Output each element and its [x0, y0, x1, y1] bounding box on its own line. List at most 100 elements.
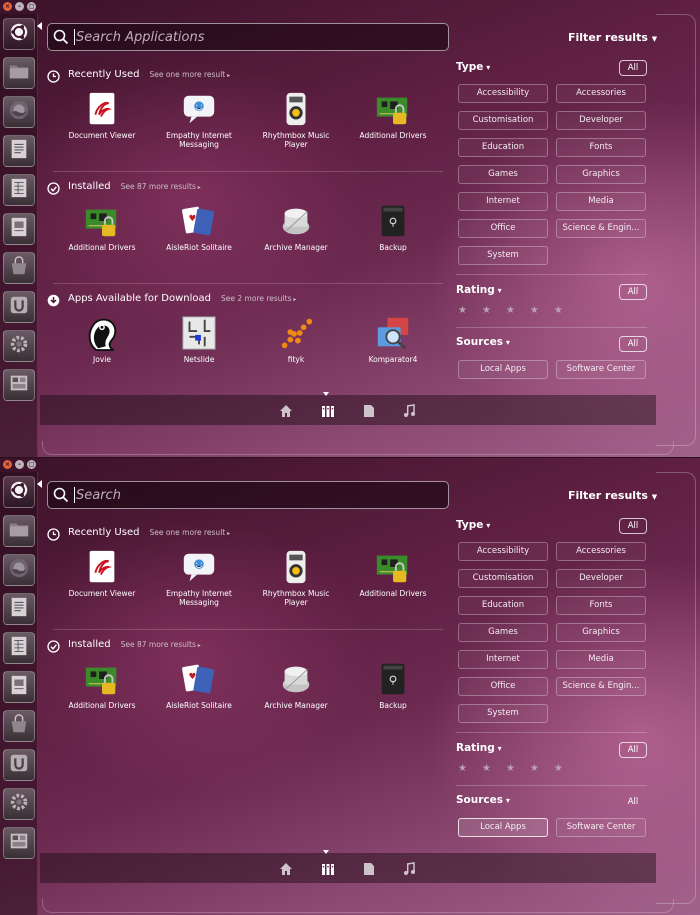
type-filter-option[interactable]: System — [458, 704, 548, 723]
sources-filter-option[interactable]: Local Apps — [458, 360, 548, 379]
type-all-button[interactable]: All — [619, 518, 647, 534]
app-tile[interactable]: Jovie — [57, 313, 147, 364]
home-lens-icon[interactable] — [279, 861, 293, 875]
app-tile[interactable]: Additional Drivers — [348, 547, 438, 598]
star-icon[interactable]: ★ — [530, 763, 539, 774]
star-icon[interactable]: ★ — [530, 305, 539, 316]
close-window-button[interactable]: × — [3, 460, 12, 469]
close-window-button[interactable]: × — [3, 2, 12, 11]
star-icon[interactable]: ★ — [458, 305, 467, 316]
search-box[interactable] — [47, 23, 449, 51]
music-lens-icon[interactable] — [402, 861, 416, 875]
app-tile[interactable]: Document Viewer — [57, 89, 147, 140]
type-filter-option[interactable]: Media — [556, 192, 646, 211]
applications-lens-icon[interactable] — [321, 403, 335, 417]
search-input[interactable] — [76, 487, 436, 503]
see-more-results-link[interactable]: See one more result ▸ — [149, 528, 230, 537]
type-filter-option[interactable]: Office — [458, 219, 548, 238]
type-filter-option[interactable]: Developer — [556, 569, 646, 588]
type-filter-option[interactable]: Education — [458, 138, 548, 157]
type-filter-option[interactable]: Education — [458, 596, 548, 615]
launcher-item-firefox[interactable] — [3, 554, 35, 586]
type-filter-header[interactable]: Type ▾ — [456, 61, 490, 73]
sources-filter-option[interactable]: Software Center — [556, 818, 646, 837]
app-tile[interactable]: Additional Drivers — [57, 659, 147, 710]
type-filter-option[interactable]: System — [458, 246, 548, 265]
type-filter-option[interactable]: Fonts — [556, 596, 646, 615]
type-filter-option[interactable]: Developer — [556, 111, 646, 130]
app-tile[interactable]: Netslide — [154, 313, 244, 364]
app-tile[interactable]: Rhythmbox Music Player — [251, 89, 341, 149]
rating-stars[interactable]: ★ ★ ★ ★ ★ — [458, 305, 563, 316]
applications-lens-icon[interactable] — [321, 861, 335, 875]
app-tile[interactable]: ♥ AisleRiot Solitaire — [154, 201, 244, 252]
launcher-item-ubuntu-one[interactable] — [3, 749, 35, 781]
launcher-item-ubuntu-one[interactable] — [3, 291, 35, 323]
star-icon[interactable]: ★ — [506, 305, 515, 316]
home-lens-icon[interactable] — [279, 403, 293, 417]
files-lens-icon[interactable] — [362, 861, 376, 875]
app-tile[interactable]: ♥ AisleRiot Solitaire — [154, 659, 244, 710]
app-tile[interactable]: Backup — [348, 659, 438, 710]
filter-results-toggle[interactable]: Filter results ▼ — [568, 31, 657, 44]
type-filter-option[interactable]: Science & Engin... — [556, 677, 646, 696]
maximize-window-button[interactable]: □ — [27, 2, 36, 11]
type-filter-option[interactable]: Media — [556, 650, 646, 669]
rating-filter-header[interactable]: Rating ▾ — [456, 742, 502, 754]
app-tile[interactable]: Document Viewer — [57, 547, 147, 598]
search-input[interactable] — [76, 29, 436, 45]
launcher-item-folder[interactable] — [3, 57, 35, 89]
type-filter-option[interactable]: Graphics — [556, 623, 646, 642]
star-icon[interactable]: ★ — [482, 763, 491, 774]
launcher-item-ubuntu[interactable] — [3, 476, 35, 508]
type-filter-option[interactable]: Internet — [458, 192, 548, 211]
see-more-results-link[interactable]: See 87 more results ▸ — [121, 640, 201, 649]
star-icon[interactable]: ★ — [482, 305, 491, 316]
launcher-item-impress[interactable] — [3, 671, 35, 703]
maximize-window-button[interactable]: □ — [27, 460, 36, 469]
app-tile[interactable]: Archive Manager — [251, 659, 341, 710]
star-icon[interactable]: ★ — [554, 305, 563, 316]
sources-filter-header[interactable]: Sources ▾ — [456, 336, 510, 348]
type-filter-option[interactable]: Games — [458, 623, 548, 642]
type-all-button[interactable]: All — [619, 60, 647, 76]
sources-filter-option[interactable]: Software Center — [556, 360, 646, 379]
filter-results-toggle[interactable]: Filter results ▼ — [568, 489, 657, 502]
see-more-results-link[interactable]: See 87 more results ▸ — [121, 182, 201, 191]
rating-stars[interactable]: ★ ★ ★ ★ ★ — [458, 763, 563, 774]
app-tile[interactable]: Additional Drivers — [348, 89, 438, 140]
music-lens-icon[interactable] — [402, 403, 416, 417]
launcher-item-settings[interactable] — [3, 788, 35, 820]
see-more-results-link[interactable]: See one more result ▸ — [149, 70, 230, 79]
app-tile[interactable]: Rhythmbox Music Player — [251, 547, 341, 607]
type-filter-option[interactable]: Accessories — [556, 84, 646, 103]
type-filter-option[interactable]: Games — [458, 165, 548, 184]
sources-all-button[interactable]: All — [619, 794, 647, 810]
type-filter-option[interactable]: Graphics — [556, 165, 646, 184]
type-filter-option[interactable]: Internet — [458, 650, 548, 669]
launcher-item-workspace-switcher[interactable] — [3, 369, 35, 401]
minimize-window-button[interactable]: – — [15, 460, 24, 469]
app-tile[interactable]: Archive Manager — [251, 201, 341, 252]
launcher-item-calc[interactable] — [3, 174, 35, 206]
sources-filter-option[interactable]: Local Apps — [458, 818, 548, 837]
launcher-item-settings[interactable] — [3, 330, 35, 362]
star-icon[interactable]: ★ — [506, 763, 515, 774]
app-tile[interactable]: Additional Drivers — [57, 201, 147, 252]
star-icon[interactable]: ★ — [554, 763, 563, 774]
type-filter-option[interactable]: Accessibility — [458, 84, 548, 103]
type-filter-option[interactable]: Office — [458, 677, 548, 696]
app-tile[interactable]: Backup — [348, 201, 438, 252]
type-filter-option[interactable]: Accessibility — [458, 542, 548, 561]
launcher-item-software-center[interactable] — [3, 710, 35, 742]
launcher-item-software-center[interactable] — [3, 252, 35, 284]
rating-all-button[interactable]: All — [619, 742, 647, 758]
see-more-results-link[interactable]: See 2 more results ▸ — [221, 294, 296, 303]
launcher-item-writer[interactable] — [3, 593, 35, 625]
launcher-item-calc[interactable] — [3, 632, 35, 664]
sources-filter-header[interactable]: Sources ▾ — [456, 794, 510, 806]
launcher-item-workspace-switcher[interactable] — [3, 827, 35, 859]
launcher-item-folder[interactable] — [3, 515, 35, 547]
type-filter-option[interactable]: Fonts — [556, 138, 646, 157]
star-icon[interactable]: ★ — [458, 763, 467, 774]
